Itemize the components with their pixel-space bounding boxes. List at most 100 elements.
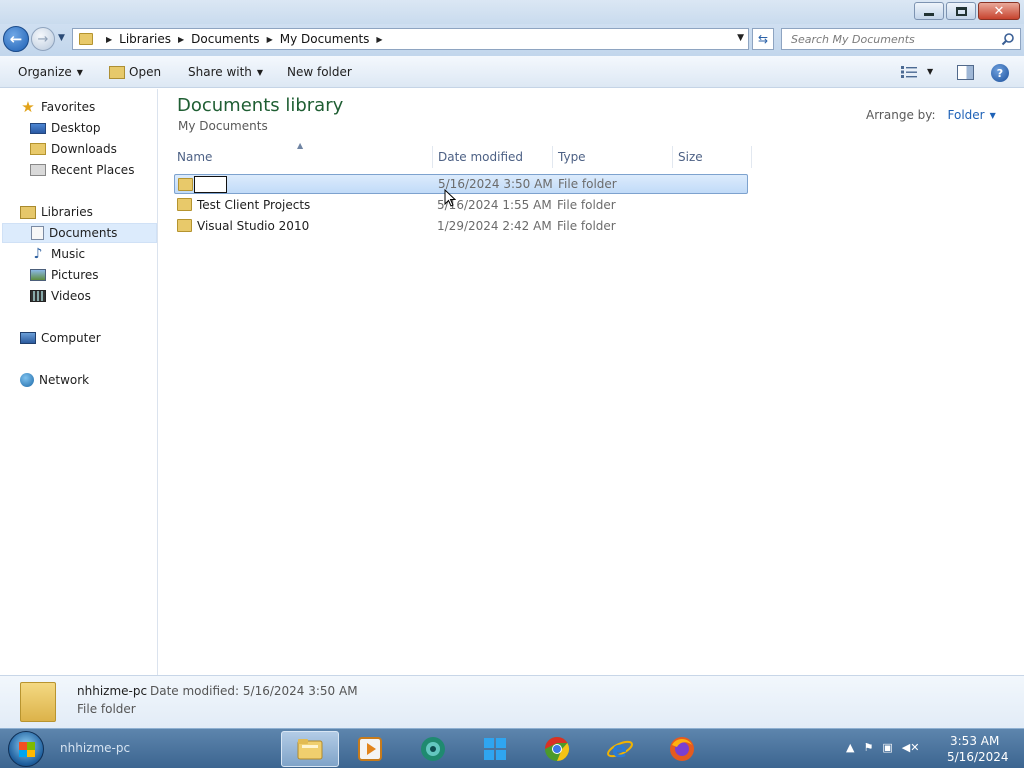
share-with-label: Share with xyxy=(188,65,252,79)
breadcrumb-separator-icon[interactable]: ▶ xyxy=(376,35,382,44)
help-icon[interactable]: ? xyxy=(991,64,1009,82)
taskbar-windows-explorer[interactable] xyxy=(281,731,339,767)
taskbar-windows-store[interactable] xyxy=(466,731,524,767)
organize-button[interactable]: Organize ▼ xyxy=(18,65,83,79)
recent-places-icon xyxy=(30,164,46,176)
search-box[interactable] xyxy=(781,28,1021,50)
library-subtitle: My Documents xyxy=(178,119,268,133)
file-row[interactable]: Visual Studio 2010 1/29/2024 2:42 AM Fil… xyxy=(174,216,748,236)
close-button[interactable]: ✕ xyxy=(978,2,1020,20)
nav-desktop[interactable]: Desktop xyxy=(30,118,157,138)
desktop-icon xyxy=(30,122,46,134)
address-bar[interactable]: ▶ Libraries ▶ Documents ▶ My Documents ▶… xyxy=(72,28,749,50)
nav-music[interactable]: ♪ Music xyxy=(30,244,157,264)
breadcrumb-separator-icon[interactable]: ▶ xyxy=(106,35,112,44)
taskbar-media-player[interactable] xyxy=(341,731,399,767)
file-row[interactable]: Test Client Projects 5/16/2024 1:55 AM F… xyxy=(174,195,748,215)
taskbar-chrome[interactable] xyxy=(528,731,586,767)
folder-icon xyxy=(178,178,193,191)
action-center-flag-icon[interactable]: ⚑ xyxy=(863,741,873,754)
change-view-icon[interactable] xyxy=(901,66,917,78)
library-title: Documents library xyxy=(177,95,344,116)
column-header-name[interactable]: Name xyxy=(172,146,433,168)
details-pane: nhhizme-pc Date modified: 5/16/2024 3:50… xyxy=(0,675,1024,728)
close-icon: ✕ xyxy=(993,3,1005,19)
column-size-label: Size xyxy=(678,150,703,164)
breadcrumb-separator-icon[interactable]: ▶ xyxy=(267,35,273,44)
nav-libraries[interactable]: Libraries xyxy=(20,202,157,222)
network-status-icon[interactable]: ▣ xyxy=(882,741,892,754)
rename-input[interactable] xyxy=(194,176,227,193)
view-options-dropdown-icon[interactable]: ▼ xyxy=(927,67,933,76)
chevron-down-icon[interactable]: ▼ xyxy=(990,111,996,120)
address-dropdown-icon[interactable]: ▼ xyxy=(737,33,744,43)
nav-pictures-label: Pictures xyxy=(51,268,99,282)
start-button[interactable] xyxy=(8,731,44,767)
search-input[interactable] xyxy=(789,31,999,47)
refresh-icon: ⇆ xyxy=(757,32,769,46)
nav-recent-places[interactable]: Recent Places xyxy=(30,160,157,180)
nav-videos[interactable]: Videos xyxy=(30,286,157,306)
taskbar: nhhizme-pc e ▲ ⚑ ▣ ◀✕ 3:53 AM 5/16/2024 xyxy=(0,728,1024,768)
column-header-size[interactable]: Size xyxy=(673,146,752,168)
navigation-pane: ★ Favorites Desktop Downloads Recent Plac… xyxy=(0,89,158,675)
svg-text:e: e xyxy=(612,738,627,763)
forward-button[interactable]: → xyxy=(31,27,55,51)
nav-libraries-label: Libraries xyxy=(41,205,93,219)
details-item-name: nhhizme-pc xyxy=(77,684,148,698)
nav-downloads[interactable]: Downloads xyxy=(30,139,157,159)
column-header-date-modified[interactable]: Date modified xyxy=(433,146,553,168)
system-tray: ▲ ⚑ ▣ ◀✕ xyxy=(846,741,919,754)
minimize-button[interactable] xyxy=(914,2,944,20)
breadcrumb-libraries[interactable]: Libraries xyxy=(119,32,171,46)
new-folder-button[interactable]: New folder xyxy=(287,65,352,79)
windows-flag-icon xyxy=(19,742,35,757)
recent-pages-dropdown[interactable]: ▼ xyxy=(58,33,65,43)
taskbar-internet-explorer[interactable]: e xyxy=(591,731,649,767)
breadcrumb-documents[interactable]: Documents xyxy=(191,32,259,46)
restore-icon xyxy=(955,6,967,16)
refresh-button[interactable]: ⇆ xyxy=(752,28,774,50)
file-type: File folder xyxy=(557,198,616,212)
search-icon[interactable] xyxy=(1001,32,1015,46)
forward-arrow-icon: → xyxy=(37,31,49,47)
file-row[interactable]: 5/16/2024 3:50 AM File folder xyxy=(174,174,748,194)
back-button[interactable]: ← xyxy=(3,26,29,52)
nav-computer[interactable]: Computer xyxy=(20,328,157,348)
nav-pictures[interactable]: Pictures xyxy=(30,265,157,285)
chevron-down-icon: ▼ xyxy=(76,67,83,77)
arrange-by-value[interactable]: Folder xyxy=(948,108,985,122)
clock-time[interactable]: 3:53 AM xyxy=(950,734,999,748)
downloads-folder-icon xyxy=(30,143,46,155)
arrange-by: Arrange by: Folder ▼ xyxy=(866,108,996,122)
column-type-label: Type xyxy=(558,150,586,164)
nav-favorites-label: Favorites xyxy=(41,100,96,114)
clock-date[interactable]: 5/16/2024 xyxy=(947,750,1009,764)
volume-muted-icon[interactable]: ◀✕ xyxy=(902,741,920,754)
column-header-type[interactable]: Type xyxy=(553,146,673,168)
nav-documents[interactable]: Documents xyxy=(2,223,157,243)
share-with-button[interactable]: Share with ▼ xyxy=(188,65,263,79)
preview-pane-icon[interactable] xyxy=(957,65,974,80)
open-button[interactable]: Open xyxy=(109,65,161,79)
maximize-button[interactable] xyxy=(946,2,976,20)
file-date-modified: 1/29/2024 2:42 AM xyxy=(437,219,552,233)
large-folder-icon xyxy=(20,682,56,722)
taskbar-hostname: nhhizme-pc xyxy=(60,741,131,755)
show-hidden-icons-icon[interactable]: ▲ xyxy=(846,741,854,754)
chrome-icon xyxy=(545,737,570,761)
file-type: File folder xyxy=(557,219,616,233)
nav-favorites[interactable]: ★ Favorites xyxy=(20,97,157,117)
breadcrumb-my-documents[interactable]: My Documents xyxy=(280,32,370,46)
nav-network[interactable]: Network xyxy=(20,370,157,390)
windows-logo-icon xyxy=(484,738,506,760)
taskbar-chat-app[interactable] xyxy=(404,731,462,767)
arrange-by-label: Arrange by: xyxy=(866,108,936,122)
details-date-modified: Date modified: 5/16/2024 3:50 AM xyxy=(150,684,358,698)
taskbar-firefox[interactable] xyxy=(653,731,711,767)
windows-explorer-icon xyxy=(297,739,323,760)
new-folder-label: New folder xyxy=(287,65,352,79)
breadcrumb-separator-icon[interactable]: ▶ xyxy=(178,35,184,44)
internet-explorer-icon: e xyxy=(607,738,633,763)
folder-icon xyxy=(177,198,192,211)
